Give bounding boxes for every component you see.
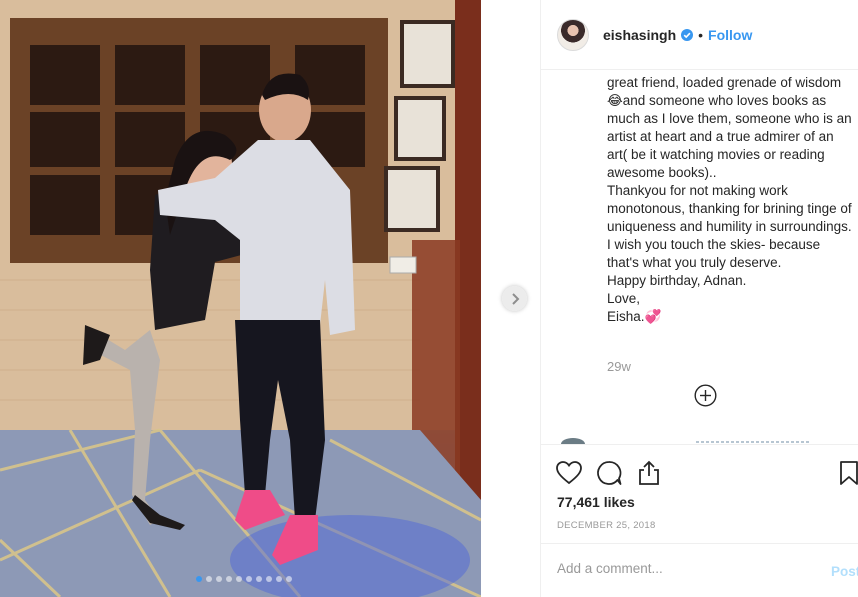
caption-paragraph: Love, [607, 291, 641, 306]
plus-circle-icon[interactable] [694, 384, 717, 407]
photo-illustration [0, 0, 481, 597]
username-link[interactable]: eishasingh [603, 27, 676, 43]
bookmark-icon[interactable] [835, 459, 858, 487]
carousel-dot [246, 576, 252, 582]
heart-icon[interactable] [555, 459, 583, 487]
carousel-dot [206, 576, 212, 582]
share-icon[interactable] [635, 459, 663, 487]
post-comment-button[interactable]: Post [831, 564, 858, 579]
actions-divider [541, 444, 858, 445]
verified-badge-icon [681, 28, 694, 41]
carousel-dot [276, 576, 282, 582]
post-photo [0, 0, 481, 597]
carousel-dot [266, 576, 272, 582]
comment-bar: Post [541, 543, 858, 597]
chevron-right-icon [511, 292, 519, 305]
carousel-next-button[interactable] [502, 286, 527, 311]
post-header: eishasingh • Follow [541, 0, 858, 70]
caption-paragraph: Happy birthday, Adnan. [607, 273, 747, 288]
caption-paragraph: great friend, loaded grenade of wisdom 😂… [607, 75, 852, 180]
carousel-dot [256, 576, 262, 582]
post-date: December 25, 2018 [557, 520, 656, 531]
post-caption: great friend, loaded grenade of wisdom 😂… [607, 74, 853, 326]
speech-bubble-icon[interactable] [595, 459, 623, 487]
avatar[interactable] [557, 18, 589, 51]
carousel-dot [216, 576, 222, 582]
follow-button[interactable]: Follow [708, 27, 752, 43]
carousel-indicator [196, 576, 292, 582]
carousel-dot [236, 576, 242, 582]
separator-dot: • [698, 26, 704, 43]
caption-time-ago[interactable]: 29w [607, 359, 631, 374]
comment-input[interactable] [557, 561, 797, 576]
caption-paragraph: Thankyou for not making work monotonous,… [607, 183, 852, 270]
carousel-dot [196, 576, 202, 582]
carousel-dot [286, 576, 292, 582]
carousel-dot [226, 576, 232, 582]
caption-paragraph: Eisha.💞 [607, 309, 662, 324]
post-detail-panel: eishasingh • Follow great friend, loaded… [540, 0, 858, 597]
like-count[interactable]: 77,461 likes [557, 494, 635, 510]
